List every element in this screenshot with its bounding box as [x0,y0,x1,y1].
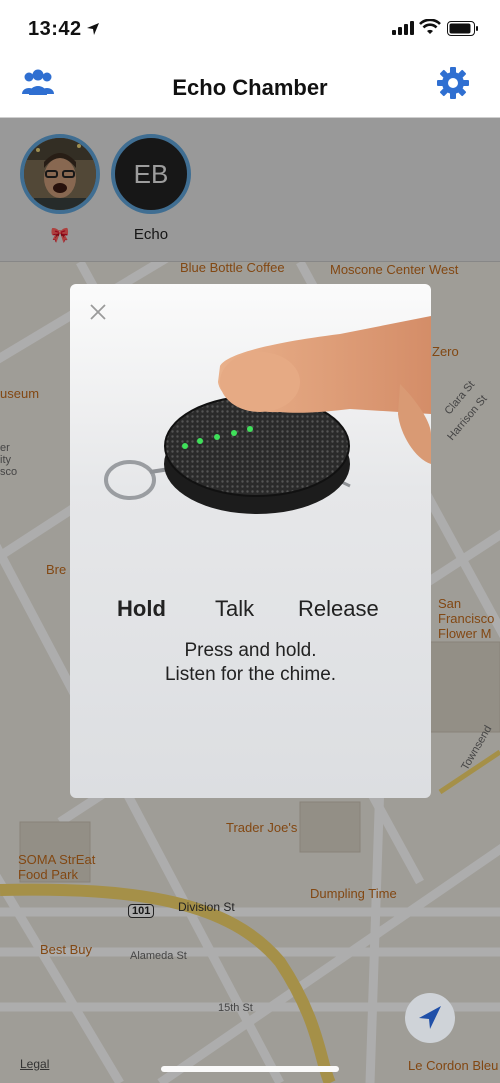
gear-icon[interactable] [436,66,470,100]
instruction-line-2: Listen for the chime. [164,664,337,685]
step-hold[interactable]: Hold [117,596,166,622]
device-illustration [104,316,431,514]
location-arrow-icon [419,1006,441,1029]
step-release[interactable]: Release [298,596,379,622]
home-indicator[interactable] [161,1066,339,1072]
steps-row: Hold Talk Release [70,596,431,626]
location-arrow-icon [87,23,99,35]
status-time: 13:42 [28,18,82,40]
status-bar: 13:42 [0,0,500,60]
recenter-location-button[interactable] [405,993,455,1043]
nav-bar: Echo Chamber [0,60,500,118]
wifi-icon [419,19,441,34]
instruction-modal: Hold Talk Release Press and hold. Listen… [70,284,431,798]
instruction-line-1: Press and hold. [184,640,317,661]
cellular-signal-icon [392,21,414,35]
step-talk[interactable]: Talk [215,596,254,622]
battery-icon [447,21,478,36]
page-title: Echo Chamber [172,75,328,100]
legal-link[interactable]: Legal [20,1057,49,1071]
